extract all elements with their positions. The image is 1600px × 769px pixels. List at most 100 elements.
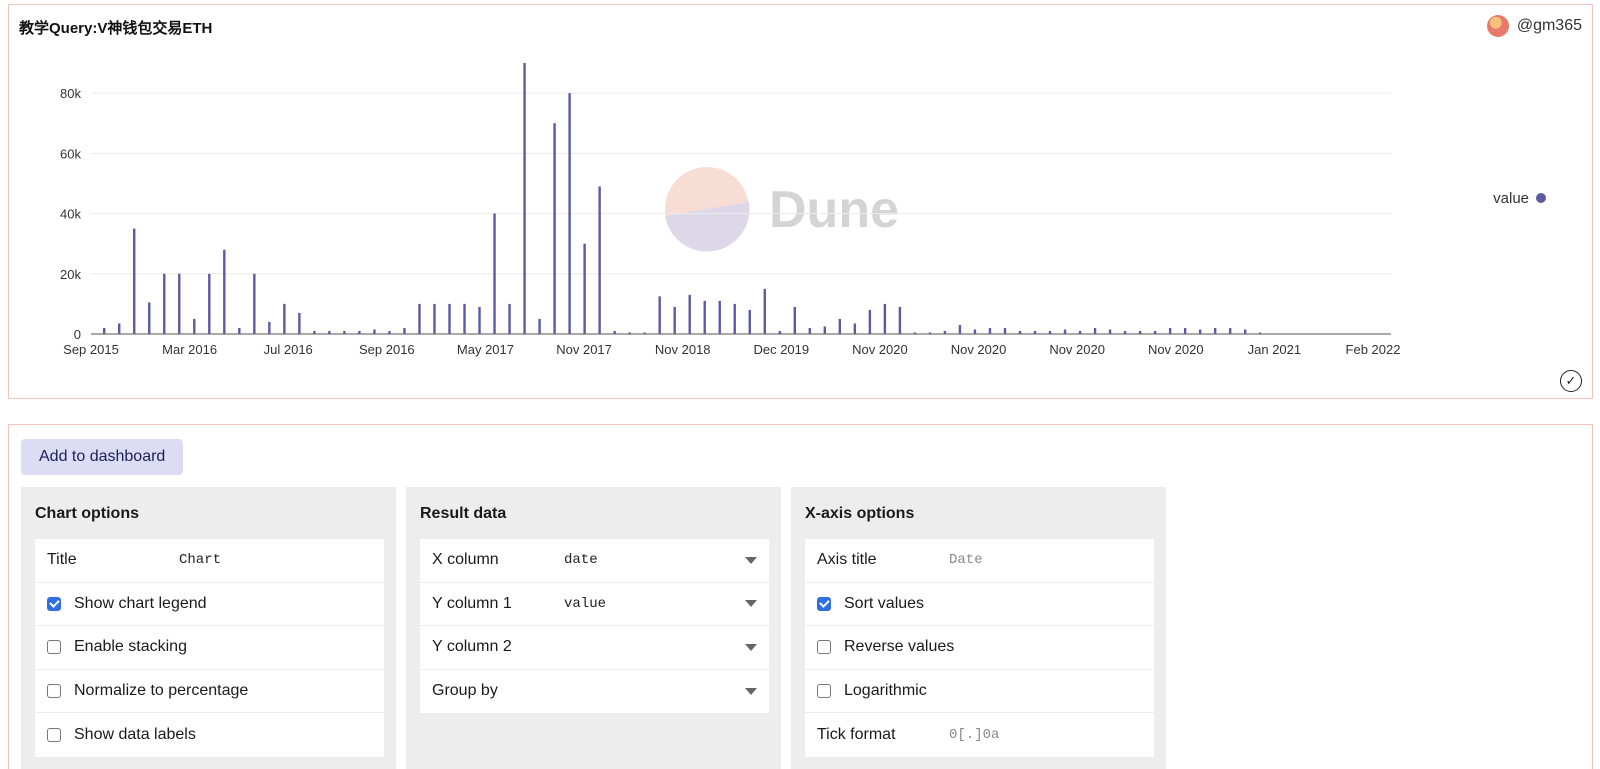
bar (988, 327, 992, 334)
show-legend-checkbox[interactable] (47, 596, 61, 611)
bar (943, 330, 947, 334)
bar (1213, 327, 1217, 334)
y-tick-label: 0 (74, 327, 81, 342)
bar (1048, 330, 1052, 334)
stacking-checkbox[interactable] (47, 640, 61, 655)
title-label: Title (47, 551, 77, 569)
chevron-down-icon[interactable] (745, 556, 757, 564)
show-legend-row[interactable]: Show chart legend (35, 583, 384, 626)
bar (403, 327, 406, 334)
x-axis-options-section: X-axis options Axis title Date Sort valu… (791, 487, 1166, 769)
x-tick-label: Sep 2016 (359, 342, 415, 357)
normalize-checkbox[interactable] (47, 683, 61, 698)
bar (598, 186, 601, 334)
x-axis-options-heading: X-axis options (805, 505, 915, 522)
result-data-heading: Result data (420, 505, 507, 522)
tick-format-input[interactable]: 0[.]0a (949, 727, 1142, 743)
bar (1123, 330, 1127, 334)
bar (343, 330, 346, 334)
visualization-settings-panel: Add to dashboard Chart options Title Cha… (8, 424, 1593, 769)
bar (643, 332, 646, 334)
bar (253, 273, 256, 334)
bar (553, 123, 556, 334)
y-tick-label: 40k (60, 207, 81, 222)
logarithmic-checkbox[interactable] (817, 683, 831, 698)
bar (658, 296, 661, 334)
bar (793, 306, 796, 334)
bar (478, 306, 481, 334)
bar (1078, 330, 1082, 334)
bar (463, 303, 466, 334)
bar (1108, 329, 1112, 334)
chart-options-heading: Chart options (35, 505, 139, 522)
bar (583, 243, 586, 334)
logarithmic-row[interactable]: Logarithmic (805, 670, 1154, 713)
x-tick-label: Jan 2021 (1248, 342, 1302, 357)
x-tick-label: Nov 2020 (1049, 342, 1105, 357)
bar (328, 330, 331, 334)
bar (118, 323, 121, 334)
bar (238, 327, 241, 334)
check-circle-icon[interactable]: ✓ (1560, 370, 1582, 392)
x-column-value: date (564, 552, 598, 569)
bar (163, 273, 166, 334)
bar (523, 63, 526, 334)
chevron-down-icon[interactable] (745, 643, 757, 651)
bar (1183, 327, 1187, 334)
group-by-select[interactable]: Group by (420, 670, 769, 714)
data-labels-checkbox[interactable] (47, 727, 61, 742)
chevron-down-icon[interactable] (745, 687, 757, 695)
x-tick-label: May 2017 (457, 342, 514, 357)
sort-values-checkbox[interactable] (817, 596, 831, 611)
bar (133, 228, 136, 334)
bar (1093, 327, 1097, 334)
reverse-values-checkbox[interactable] (817, 640, 831, 655)
y-tick-label: 80k (60, 86, 81, 101)
y-column-1-value: value (564, 595, 607, 612)
bar (1168, 327, 1172, 334)
bar-chart: Dune 0 20k 40k 60k 80k Sep 2015 Mar 2016 Jul 201… (60, 63, 1546, 357)
logarithmic-label: Logarithmic (844, 681, 927, 699)
x-tick-label: Feb 2022 (1346, 342, 1401, 357)
x-tick-label: Jul 2016 (264, 342, 313, 357)
chart-options-section: Chart options Title Chart Show chart leg… (21, 487, 396, 769)
bar (193, 318, 196, 334)
add-to-dashboard-button[interactable]: Add to dashboard (21, 439, 184, 475)
bar (268, 321, 271, 334)
x-tick-label: Dec 2019 (753, 342, 809, 357)
tick-format-row: Tick format 0[.]0a (805, 713, 1154, 757)
result-data-section: Result data X column date Y column 1 val… (406, 487, 781, 769)
bar (673, 306, 676, 334)
reverse-values-row[interactable]: Reverse values (805, 626, 1154, 670)
bar (883, 303, 887, 334)
title-input[interactable]: Chart (179, 552, 372, 568)
data-labels-row[interactable]: Show data labels (35, 713, 384, 757)
y-tick-label: 20k (60, 267, 81, 282)
axis-title-input[interactable]: Date (949, 552, 1142, 568)
x-column-select[interactable]: X column date (420, 539, 769, 583)
show-legend-label: Show chart legend (74, 594, 207, 612)
bar (418, 303, 421, 334)
sort-values-row[interactable]: Sort values (805, 583, 1154, 626)
bar (373, 329, 376, 334)
normalize-row[interactable]: Normalize to percentage (35, 670, 384, 713)
y-column-1-select[interactable]: Y column 1 value (420, 583, 769, 626)
bar (613, 330, 616, 334)
bar (1033, 330, 1037, 334)
x-tick-label: Nov 2020 (1148, 342, 1204, 357)
legend-label: value (1493, 190, 1529, 207)
bar (208, 273, 211, 334)
x-tick-label: Nov 2020 (852, 342, 908, 357)
bar (1138, 330, 1142, 334)
bar (718, 300, 721, 334)
axis-title-row: Axis title Date (805, 539, 1154, 583)
bar (838, 318, 842, 334)
chevron-down-icon[interactable] (745, 600, 757, 608)
y-column-2-select[interactable]: Y column 2 (420, 626, 769, 670)
bar (688, 294, 691, 334)
x-tick-label: Nov 2018 (655, 342, 711, 357)
x-tick-label: Nov 2017 (556, 342, 612, 357)
bar (778, 330, 781, 334)
stacking-row[interactable]: Enable stacking (35, 626, 384, 670)
bar (388, 330, 391, 334)
